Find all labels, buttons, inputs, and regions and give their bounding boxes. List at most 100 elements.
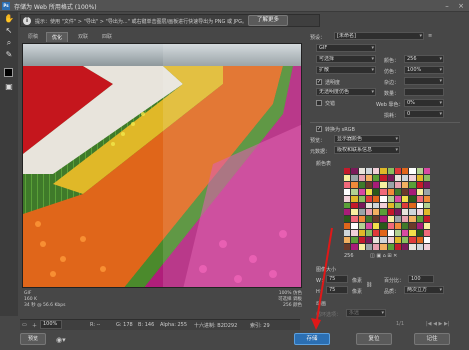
color-swatch[interactable]	[394, 181, 401, 188]
color-swatch[interactable]	[344, 202, 351, 209]
color-swatch[interactable]	[380, 223, 387, 230]
color-swatch[interactable]	[373, 202, 380, 209]
color-swatch[interactable]	[358, 230, 365, 237]
zoom-minus-icon[interactable]: ▭	[22, 322, 27, 328]
color-swatch[interactable]	[402, 168, 409, 174]
tab-optimized[interactable]: 优化	[46, 32, 68, 42]
learn-more-button[interactable]: 了解更多	[248, 15, 288, 26]
color-swatch[interactable]	[402, 216, 409, 223]
color-swatch[interactable]	[351, 244, 358, 250]
loop-select[interactable]: 永远 ▾	[346, 309, 386, 317]
color-swatch[interactable]	[394, 174, 401, 181]
color-swatch[interactable]	[358, 174, 365, 181]
color-swatch[interactable]	[387, 202, 394, 209]
transparency-dither-select[interactable]: 无透明度仿色 ▾	[316, 88, 376, 96]
transparency-checkbox[interactable]: ✓	[316, 79, 322, 85]
color-swatch[interactable]	[416, 181, 423, 188]
color-swatch[interactable]	[351, 223, 358, 230]
color-swatch[interactable]	[409, 202, 416, 209]
color-swatch[interactable]	[373, 174, 380, 181]
hand-tool-icon[interactable]: ✋	[4, 14, 14, 24]
color-swatch[interactable]	[344, 237, 351, 244]
color-swatch[interactable]	[358, 181, 365, 188]
color-swatch[interactable]	[365, 237, 372, 244]
color-swatch[interactable]	[351, 174, 358, 181]
color-swatch[interactable]	[387, 244, 394, 250]
reset-button[interactable]: 复位	[356, 333, 392, 345]
color-swatch[interactable]	[394, 244, 401, 250]
color-swatch[interactable]	[402, 181, 409, 188]
color-swatch[interactable]	[423, 223, 430, 230]
color-swatch[interactable]	[373, 181, 380, 188]
color-swatch[interactable]	[409, 223, 416, 230]
color-swatch[interactable]	[387, 188, 394, 195]
remember-button[interactable]: 记住	[414, 333, 450, 345]
preview-button[interactable]: 预览	[20, 333, 46, 345]
color-swatch[interactable]	[423, 230, 430, 237]
height-input[interactable]: 75	[326, 286, 348, 294]
color-swatch[interactable]	[402, 237, 409, 244]
color-swatch[interactable]	[394, 202, 401, 209]
preset-select[interactable]: [未命名] ▾	[334, 32, 424, 40]
color-swatch[interactable]	[394, 195, 401, 202]
playback-controls[interactable]: |◀ ◀ ▶ ▶|	[426, 321, 450, 327]
color-swatch[interactable]	[409, 168, 416, 174]
minimize-icon[interactable]: –	[442, 1, 452, 11]
color-swatch[interactable]	[358, 202, 365, 209]
color-swatch[interactable]	[423, 181, 430, 188]
color-swatch[interactable]	[380, 244, 387, 250]
color-swatch[interactable]	[365, 244, 372, 250]
color-swatch[interactable]	[365, 202, 372, 209]
color-swatch[interactable]	[365, 188, 372, 195]
slice-select-icon[interactable]: ↖	[4, 26, 14, 36]
color-swatch[interactable]	[409, 195, 416, 202]
dither-input[interactable]: 100% ▾	[404, 66, 444, 74]
percent-input[interactable]: 100	[408, 275, 434, 283]
reduction-select[interactable]: 可选择 ▾	[316, 55, 376, 63]
color-swatch[interactable]	[423, 216, 430, 223]
color-swatch[interactable]	[402, 223, 409, 230]
color-swatch[interactable]	[365, 195, 372, 202]
color-swatch[interactable]	[387, 181, 394, 188]
color-swatch[interactable]	[402, 174, 409, 181]
color-swatch[interactable]	[365, 181, 372, 188]
color-swatch[interactable]	[380, 216, 387, 223]
color-swatch[interactable]	[380, 168, 387, 174]
preview-image[interactable]	[22, 43, 302, 288]
preview-select[interactable]: 显示器颜色 ▾	[334, 135, 400, 143]
color-swatch[interactable]	[344, 244, 351, 250]
color-swatch[interactable]	[423, 195, 430, 202]
save-button[interactable]: 存储	[294, 333, 330, 345]
metadata-select[interactable]: 版权和联系信息 ▾	[334, 146, 400, 154]
matte-select[interactable]: ▾	[404, 77, 444, 85]
color-swatch[interactable]	[402, 195, 409, 202]
color-swatch[interactable]	[344, 216, 351, 223]
color-swatch[interactable]	[409, 174, 416, 181]
color-swatch[interactable]	[423, 174, 430, 181]
color-swatch[interactable]	[394, 209, 401, 216]
color-swatch[interactable]	[358, 168, 365, 174]
color-swatch[interactable]	[394, 230, 401, 237]
color-swatch[interactable]	[402, 188, 409, 195]
color-swatch[interactable]	[344, 181, 351, 188]
color-swatch[interactable]	[387, 223, 394, 230]
color-swatch[interactable]	[373, 230, 380, 237]
color-swatch[interactable]	[373, 237, 380, 244]
zoom-plus-icon[interactable]: ＋	[32, 322, 37, 329]
color-swatch[interactable]	[373, 195, 380, 202]
color-swatch[interactable]	[416, 230, 423, 237]
color-table[interactable]	[344, 168, 430, 250]
color-swatch[interactable]	[423, 168, 430, 174]
color-swatch[interactable]	[344, 223, 351, 230]
amount-input[interactable]	[404, 88, 444, 96]
quality-select[interactable]: 两次立方 ▾	[404, 286, 444, 294]
zoom-level-select[interactable]: 100%	[40, 320, 62, 329]
color-swatch[interactable]	[351, 181, 358, 188]
color-swatch[interactable]	[358, 209, 365, 216]
color-swatch[interactable]	[416, 223, 423, 230]
color-swatch[interactable]	[373, 216, 380, 223]
websnap-input[interactable]: 0% ▾	[404, 99, 444, 107]
color-swatch[interactable]	[365, 174, 372, 181]
color-swatch[interactable]	[358, 244, 365, 250]
color-swatch[interactable]	[416, 168, 423, 174]
